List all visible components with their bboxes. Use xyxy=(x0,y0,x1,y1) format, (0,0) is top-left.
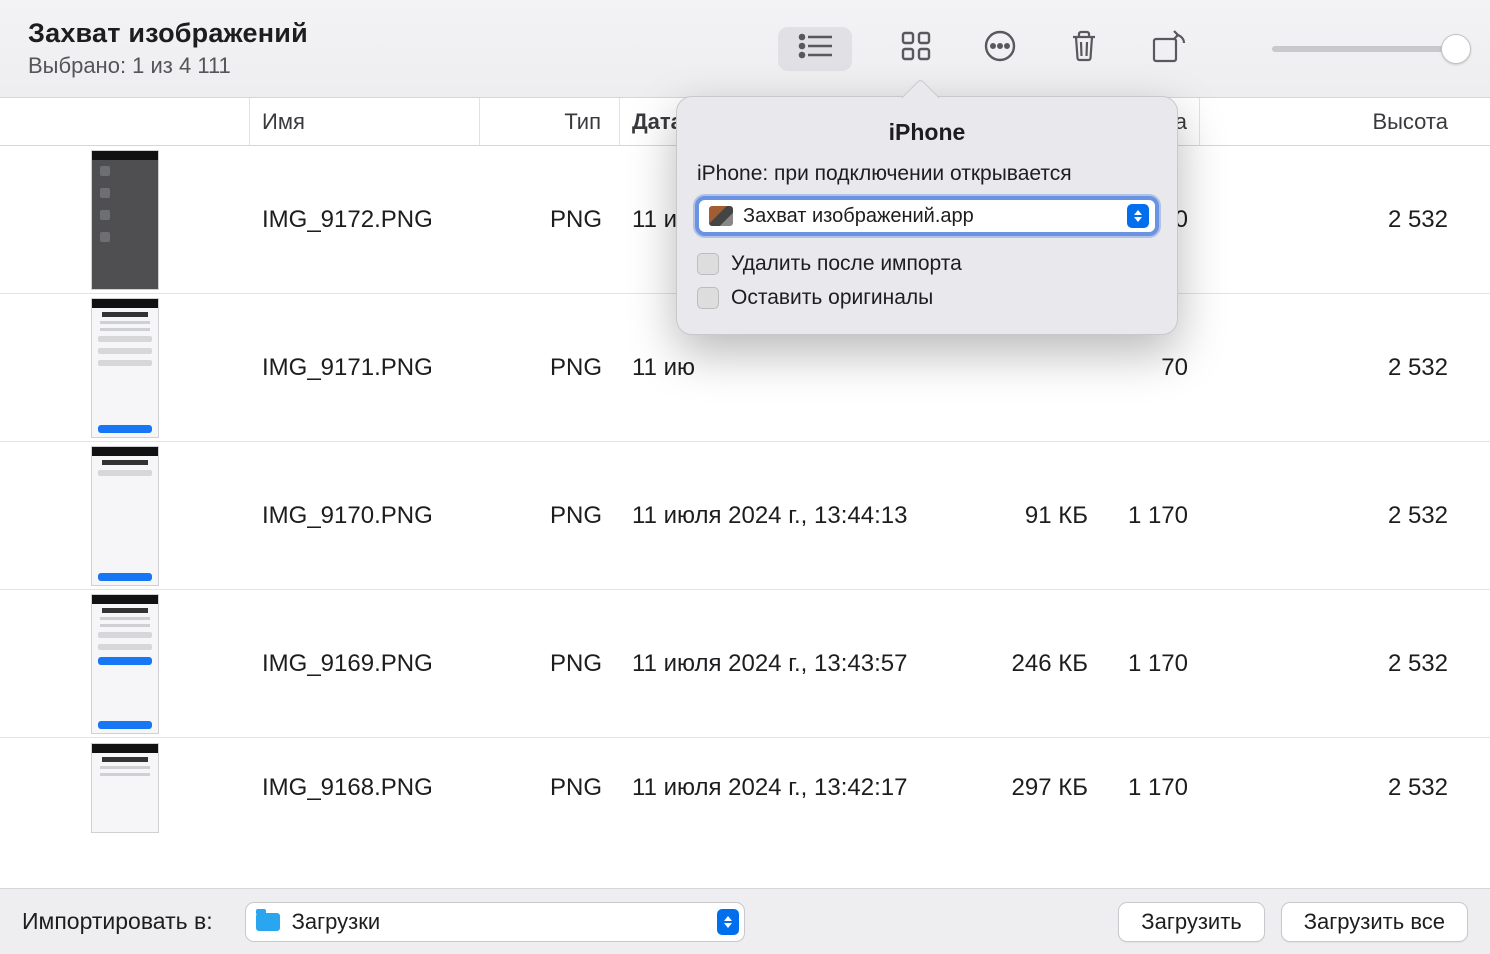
thumbnail xyxy=(0,743,250,833)
grid-icon xyxy=(901,31,931,66)
updown-chevron-icon xyxy=(1127,204,1149,228)
open-with-label: iPhone: при подключении открывается xyxy=(695,162,1159,186)
cell-type: PNG xyxy=(480,774,620,802)
cell-height: 2 532 xyxy=(1200,650,1490,678)
thumbnail-size-slider[interactable] xyxy=(1272,46,1462,52)
checkbox[interactable] xyxy=(697,253,719,275)
checkbox[interactable] xyxy=(697,287,719,309)
slider-track[interactable] xyxy=(1272,46,1462,52)
toolbar-titles: Захват изображений Выбрано: 1 из 4 111 xyxy=(28,18,308,79)
import-destination-select[interactable]: Загрузки xyxy=(245,902,745,942)
download-all-button[interactable]: Загрузить все xyxy=(1281,902,1468,942)
delete-after-import-label: Удалить после импорта xyxy=(731,252,962,276)
toolbar-buttons xyxy=(778,27,1462,71)
cell-name: IMG_9168.PNG xyxy=(250,774,480,802)
view-list-button[interactable] xyxy=(778,27,852,71)
table-row[interactable]: IMG_9169.PNG PNG 11 июля 2024 г., 13:43:… xyxy=(0,590,1490,738)
cell-width: 1 170 xyxy=(1100,650,1200,678)
more-options-button[interactable] xyxy=(980,29,1020,69)
cell-width: 1 170 xyxy=(1100,774,1200,802)
popover-title: iPhone xyxy=(695,119,1159,146)
app-icon xyxy=(709,206,733,226)
folder-icon xyxy=(256,913,280,931)
thumbnail xyxy=(0,298,250,438)
cell-type: PNG xyxy=(480,650,620,678)
cell-name: IMG_9170.PNG xyxy=(250,502,480,530)
table-row[interactable]: IMG_9168.PNG PNG 11 июля 2024 г., 13:42:… xyxy=(0,738,1490,838)
rotate-button[interactable] xyxy=(1148,29,1188,69)
cell-date: 11 ию xyxy=(620,354,960,382)
col-name[interactable]: Имя xyxy=(250,98,480,145)
cell-name: IMG_9172.PNG xyxy=(250,206,480,234)
cell-type: PNG xyxy=(480,206,620,234)
table-row[interactable]: IMG_9170.PNG PNG 11 июля 2024 г., 13:44:… xyxy=(0,442,1490,590)
app-title: Захват изображений xyxy=(28,18,308,49)
rotate-icon xyxy=(1150,29,1186,68)
import-destination-value: Загрузки xyxy=(292,909,381,935)
cell-name: IMG_9171.PNG xyxy=(250,354,480,382)
keep-originals-label: Оставить оригиналы xyxy=(731,286,933,310)
footer: Импортировать в: Загрузки Загрузить Загр… xyxy=(0,888,1490,954)
trash-icon xyxy=(1069,29,1099,68)
cell-width: 1 170 xyxy=(1100,502,1200,530)
ellipsis-circle-icon xyxy=(983,29,1017,68)
thumbnail xyxy=(0,594,250,734)
cell-type: PNG xyxy=(480,502,620,530)
open-with-value: Захват изображений.app xyxy=(743,205,974,228)
cell-height: 2 532 xyxy=(1200,206,1490,234)
delete-after-import-row[interactable]: Удалить после импорта xyxy=(695,252,1159,276)
cell-size: 297 КБ xyxy=(960,774,1100,802)
import-to-label: Импортировать в: xyxy=(22,908,213,935)
cell-height: 2 532 xyxy=(1200,774,1490,802)
slider-thumb[interactable] xyxy=(1441,34,1471,64)
cell-height: 2 532 xyxy=(1200,502,1490,530)
view-grid-button[interactable] xyxy=(896,29,936,69)
col-thumbnail[interactable] xyxy=(0,98,250,145)
open-with-select[interactable]: Захват изображений.app xyxy=(695,196,1159,236)
cell-name: IMG_9169.PNG xyxy=(250,650,480,678)
toolbar: Захват изображений Выбрано: 1 из 4 111 xyxy=(0,0,1490,98)
device-options-popover: iPhone iPhone: при подключении открывает… xyxy=(676,96,1178,335)
list-icon xyxy=(798,33,832,64)
download-button[interactable]: Загрузить xyxy=(1118,902,1264,942)
cell-size: 246 КБ xyxy=(960,650,1100,678)
cell-date: 11 июля 2024 г., 13:44:13 xyxy=(620,502,960,530)
selection-status: Выбрано: 1 из 4 111 xyxy=(28,53,308,79)
keep-originals-row[interactable]: Оставить оригиналы xyxy=(695,286,1159,310)
col-type[interactable]: Тип xyxy=(480,98,620,145)
cell-date: 11 июля 2024 г., 13:42:17 xyxy=(620,774,960,802)
cell-width: 70 xyxy=(1100,354,1200,382)
delete-button[interactable] xyxy=(1064,29,1104,69)
cell-date: 11 июля 2024 г., 13:43:57 xyxy=(620,650,960,678)
updown-chevron-icon xyxy=(717,909,739,935)
cell-size: 91 КБ xyxy=(960,502,1100,530)
cell-type: PNG xyxy=(480,354,620,382)
col-height[interactable]: Высота xyxy=(1200,98,1490,145)
thumbnail xyxy=(0,150,250,290)
cell-height: 2 532 xyxy=(1200,354,1490,382)
thumbnail xyxy=(0,446,250,586)
